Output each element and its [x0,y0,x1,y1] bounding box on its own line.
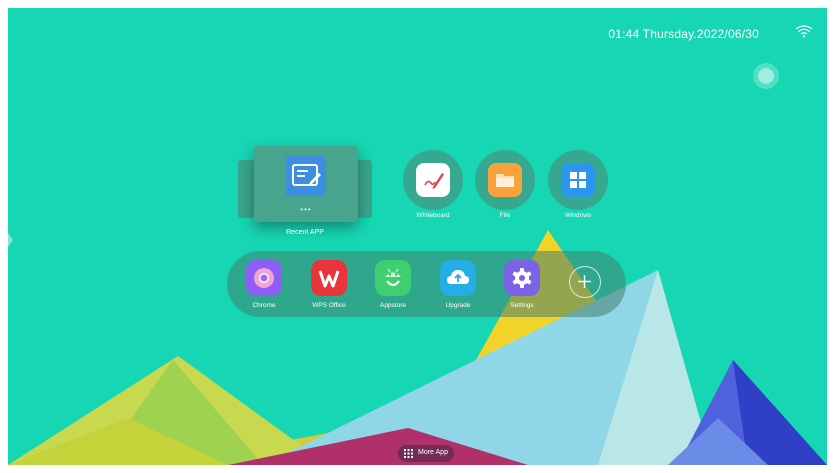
floating-assist-button[interactable] [753,63,779,89]
side-edge-handle[interactable] [8,233,14,247]
note-editor-icon [286,156,326,196]
recent-app-label: Recent APP [286,229,324,236]
recent-app-card[interactable]: ••• Recent APP [238,144,372,244]
home-screen: 01:44 Thursday.2022/06/30 ••• Recent APP [8,8,827,465]
app-dock: Chrome WPS Office Appstore Upgrade Setti… [227,251,626,317]
dock-app-settings[interactable]: Settings [497,260,547,314]
whiteboard-icon [416,163,450,197]
dock-app-label: Upgrade [445,302,471,309]
quick-app-label: Whiteboard [416,212,450,219]
folder-icon [488,163,522,197]
quick-app-file[interactable]: File [475,150,535,222]
dock-app-label: WPS Office [312,302,346,309]
recent-page-dots: ••• [300,205,312,214]
dock-app-label: Chrome [252,302,276,309]
floating-assist-dot [758,68,774,84]
chrome-icon [246,260,282,296]
wifi-icon[interactable] [795,24,813,38]
quick-app-windows[interactable]: Windows [548,150,608,222]
quick-app-label: Windows [564,212,592,219]
plus-icon [578,275,591,288]
windows-icon [561,163,595,197]
recent-card-preview[interactable]: ••• [254,146,358,222]
dock-app-wps-office[interactable]: WPS Office [304,260,354,314]
gear-icon [504,260,540,296]
cloud-upload-icon [440,260,476,296]
quick-app-whiteboard[interactable]: Whiteboard [403,150,463,222]
grid-icon [404,449,413,458]
dock-app-chrome[interactable]: Chrome [239,260,289,314]
add-app-button[interactable] [569,266,601,298]
dock-app-upgrade[interactable]: Upgrade [433,260,483,314]
wps-icon [311,260,347,296]
more-app-button[interactable]: More App [398,445,454,462]
quick-app-label: File [499,212,511,219]
dock-app-label: Settings [510,302,534,309]
android-icon [375,260,411,296]
dock-app-label: Appstore [379,302,407,309]
dock-app-appstore[interactable]: Appstore [368,260,418,314]
wallpaper-mountains [8,230,827,465]
more-app-label: More App [418,449,448,456]
status-datetime: 01:44 Thursday.2022/06/30 [608,27,759,41]
